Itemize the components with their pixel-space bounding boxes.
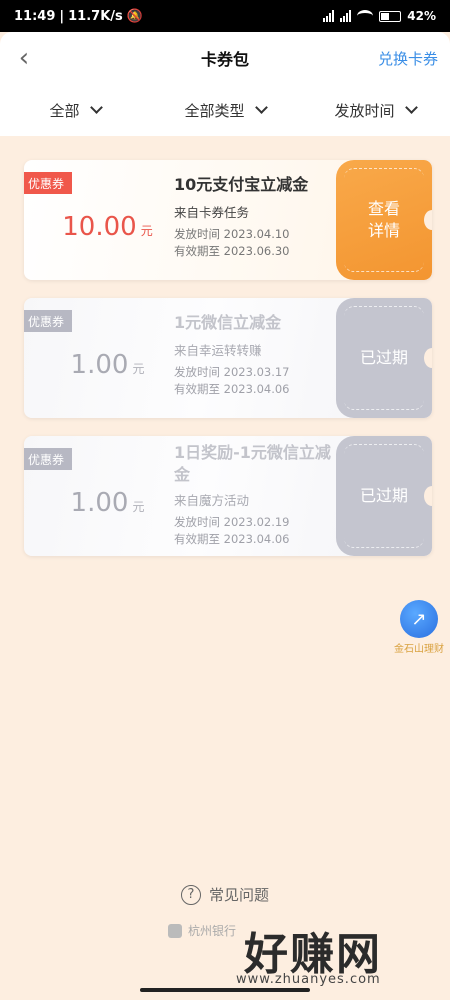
coupon-info: 1日奖励-1元微信立减金 来自魔方活动 发放时间 2023.02.19 有效期至… xyxy=(174,442,334,547)
filter-type-label: 全部类型 xyxy=(184,101,245,120)
wifi-icon xyxy=(357,10,374,22)
coupon-valid-date: 有效期至 2023.04.06 xyxy=(174,532,290,546)
signal-icon-2 xyxy=(340,10,352,22)
coupon-card[interactable]: 优惠券 1.00 元 1日奖励-1元微信立减金 来自魔方活动 发放时间 2023… xyxy=(24,436,432,556)
coupon-valid-date: 有效期至 2023.04.06 xyxy=(174,382,290,396)
app-header: ‹ 卡券包 兑换卡券 xyxy=(0,32,450,84)
coupon-amount: 1.00 元 xyxy=(50,350,165,380)
coupon-amount-unit: 元 xyxy=(132,362,145,376)
coupon-title: 1日奖励-1元微信立减金 xyxy=(174,443,331,484)
filter-bar: 全部 全部类型 发放时间 xyxy=(0,84,450,136)
coupon-badge: 优惠券 xyxy=(24,448,73,470)
coupon-amount-value: 1.00 xyxy=(70,488,129,518)
mute-bell-icon: 🔕 xyxy=(126,8,143,24)
watermark-url: www.zhuanyes.com xyxy=(236,972,381,987)
filter-time-label: 发放时间 xyxy=(334,101,395,120)
filter-time[interactable]: 发放时间 xyxy=(300,100,450,121)
chevron-down-icon xyxy=(89,101,103,114)
coupon-issued-date: 发放时间 2023.02.19 xyxy=(174,515,290,529)
exchange-coupon-link[interactable]: 兑换卡券 xyxy=(378,48,438,69)
signal-icon xyxy=(323,10,335,22)
status-speed: 11.7K/s xyxy=(68,8,123,24)
home-indicator[interactable] xyxy=(140,988,310,992)
filter-all[interactable]: 全部 xyxy=(0,100,150,121)
battery-icon xyxy=(379,10,402,22)
faq-link[interactable]: ? 常见问题 xyxy=(0,884,450,905)
coupon-amount-value: 1.00 xyxy=(70,350,129,380)
faq-label: 常见问题 xyxy=(208,886,269,904)
coupon-amount: 10.00 元 xyxy=(50,212,165,242)
coupon-amount-value: 10.00 xyxy=(62,212,137,242)
status-bar: 11:49 | 11.7K/s 🔕 42% xyxy=(0,0,450,32)
expired-label: 已过期 xyxy=(359,486,408,505)
coupon-badge: 优惠券 xyxy=(24,172,73,194)
coupon-valid-date: 有效期至 2023.06.30 xyxy=(174,244,290,258)
coupon-source: 来自幸运转转赚 xyxy=(174,343,262,358)
coupon-card[interactable]: 优惠券 1.00 元 1元微信立减金 来自幸运转转赚 发放时间 2023.03.… xyxy=(24,298,432,418)
coupon-amount-unit: 元 xyxy=(132,500,145,514)
bank-name: 杭州银行 xyxy=(188,924,237,938)
coupon-card[interactable]: 优惠券 10.00 元 10元支付宝立减金 来自卡券任务 发放时间 2023.0… xyxy=(24,160,432,280)
watermark: 好赚网 www.zhuanyes.com xyxy=(236,918,436,990)
coupon-title: 10元支付宝立减金 xyxy=(174,175,309,194)
coupon-amount: 1.00 元 xyxy=(50,488,165,518)
filter-type[interactable]: 全部类型 xyxy=(150,100,300,121)
coupon-info: 1元微信立减金 来自幸运转转赚 发放时间 2023.03.17 有效期至 202… xyxy=(174,312,334,397)
question-icon: ? xyxy=(180,884,201,905)
floating-finance-button[interactable]: ↗ 金石山理财 xyxy=(390,600,448,656)
expired-label: 已过期 xyxy=(359,348,408,367)
chevron-left-icon[interactable]: ‹ xyxy=(12,43,36,73)
expired-status: 已过期 xyxy=(336,436,432,556)
view-details-button[interactable]: 查看详情 xyxy=(336,160,432,280)
coupon-badge: 优惠券 xyxy=(24,310,73,332)
coupon-issued-date: 发放时间 2023.04.10 xyxy=(174,227,290,241)
expired-status: 已过期 xyxy=(336,298,432,418)
coupon-source: 来自魔方活动 xyxy=(174,493,250,508)
page-title: 卡券包 xyxy=(200,50,249,69)
trend-up-icon: ↗ xyxy=(400,600,438,638)
view-details-label: 查看详情 xyxy=(367,199,400,240)
bank-logo-icon xyxy=(168,923,182,938)
status-time: 11:49 xyxy=(14,8,56,24)
coupon-source: 来自卡券任务 xyxy=(174,205,250,220)
battery-level: 42% xyxy=(407,9,436,23)
status-separator: | xyxy=(59,8,65,24)
coupon-amount-unit: 元 xyxy=(140,224,153,238)
chevron-down-icon xyxy=(404,101,418,114)
floating-finance-label: 金石山理财 xyxy=(394,644,444,655)
coupon-title: 1元微信立减金 xyxy=(174,313,282,332)
bank-footer: 杭州银行 xyxy=(168,922,236,939)
chevron-down-icon xyxy=(254,101,268,114)
filter-all-label: 全部 xyxy=(49,101,80,120)
coupon-issued-date: 发放时间 2023.03.17 xyxy=(174,365,290,379)
coupon-info: 10元支付宝立减金 来自卡券任务 发放时间 2023.04.10 有效期至 20… xyxy=(174,174,334,259)
